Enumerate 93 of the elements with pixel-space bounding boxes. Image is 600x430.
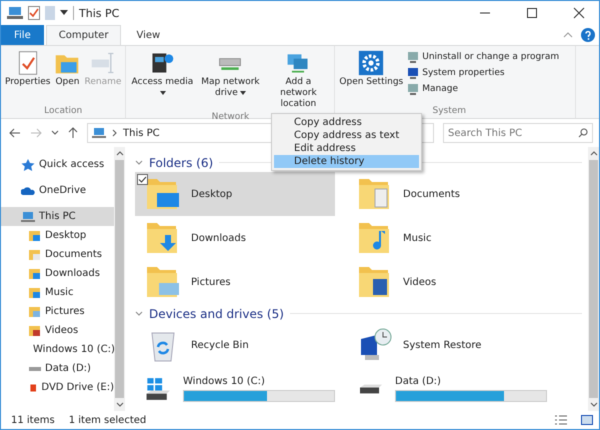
device-tile[interactable]: Recycle Bin (135, 323, 335, 367)
back-icon[interactable] (9, 128, 21, 138)
dropdown-icon (240, 90, 246, 95)
group-label: System (432, 106, 468, 118)
folder-tile[interactable]: Music (347, 216, 547, 260)
computer-icon (407, 83, 420, 95)
nav-item[interactable]: Music (1, 283, 114, 302)
nav-item[interactable]: Data (D:) (1, 359, 114, 378)
nav-item[interactable]: DVD Drive (E:) (1, 378, 114, 397)
scroll-down-icon[interactable] (590, 402, 598, 407)
up-icon[interactable] (68, 127, 78, 139)
folder-tile[interactable]: Downloads (135, 216, 335, 260)
nav-item[interactable]: Pictures (1, 302, 114, 321)
checkbox[interactable] (137, 174, 148, 185)
properties-icon[interactable] (28, 6, 40, 20)
nav-item[interactable]: This PC (1, 207, 114, 226)
scroll-up-icon[interactable] (116, 151, 124, 156)
folder-tile[interactable]: Videos (347, 260, 547, 304)
folder-name: Music (403, 232, 432, 244)
large-icons-view-icon[interactable] (581, 415, 593, 425)
nav-item[interactable]: Documents (1, 245, 114, 264)
folder-name: Downloads (191, 232, 246, 244)
star-icon (21, 158, 35, 170)
window-title: This PC (79, 6, 120, 20)
menu-item[interactable]: Edit address (274, 142, 420, 155)
folder-name: Pictures (191, 276, 231, 288)
ribbon-button[interactable]: Open (52, 48, 82, 106)
ribbon-small-button[interactable]: Manage (405, 82, 562, 96)
computer-icon (92, 127, 106, 139)
folder-name: Videos (403, 276, 436, 288)
drive-icon (360, 383, 382, 395)
device-name: Windows 10 (C:) (183, 376, 266, 387)
computer-icon (21, 210, 35, 222)
menu-item[interactable]: Copy address as text (274, 129, 420, 142)
scrollbar-thumb[interactable] (589, 160, 598, 398)
menu-item[interactable]: Delete history (274, 155, 420, 168)
office-icon (29, 382, 38, 394)
ribbon-button[interactable]: Properties (3, 48, 52, 106)
folder-name: Desktop (191, 188, 232, 200)
device-tile[interactable]: Windows 10 (C:) (135, 367, 335, 411)
device-name: System Restore (403, 340, 482, 350)
nav-item[interactable]: Quick access (1, 155, 114, 174)
scrollbar-thumb[interactable] (115, 160, 124, 398)
dropdown-icon[interactable] (60, 10, 68, 16)
group-label: Location (43, 106, 84, 118)
program-icon (407, 51, 420, 63)
drive-icon (29, 366, 41, 370)
chevron-down-icon[interactable] (135, 160, 143, 166)
search-icon (578, 128, 588, 138)
nav-item[interactable]: Videos (1, 321, 114, 340)
section-heading: Devices and drives (5) (149, 306, 284, 320)
collapse-icon[interactable] (563, 31, 573, 39)
selection-count: 1 item selected (68, 414, 146, 426)
ribbon-tab[interactable]: File (1, 25, 44, 45)
nav-item[interactable]: Desktop (1, 226, 114, 245)
cloud-icon (21, 184, 35, 196)
section-heading: Folders (6) (149, 156, 214, 170)
chevron-down-icon[interactable] (51, 130, 59, 136)
dropdown-icon (160, 90, 166, 95)
device-name: Recycle Bin (191, 340, 249, 350)
folder-tile[interactable]: Documents (347, 172, 547, 216)
device-tile[interactable]: System Restore (347, 323, 547, 367)
nav-item[interactable]: Windows 10 (C:) (1, 340, 114, 359)
folder-name: Documents (403, 188, 460, 200)
settings-icon (358, 50, 384, 76)
ribbon-button[interactable]: Map network drive (196, 48, 264, 112)
ribbon-button[interactable]: Add a network location (264, 48, 332, 112)
chevron-right-icon (112, 129, 117, 137)
ribbon-tab[interactable]: View (123, 25, 174, 45)
search-field[interactable]: Search This PC (443, 123, 593, 143)
folder-tile[interactable]: Desktop (135, 172, 335, 216)
chevron-down-icon[interactable] (135, 310, 143, 316)
ribbon-button[interactable]: Open Settings (337, 48, 406, 106)
scroll-up-icon[interactable] (590, 151, 598, 156)
rename-icon (90, 50, 116, 76)
nav-item[interactable]: Downloads (1, 264, 114, 283)
device-name: Data (D:) (395, 376, 442, 387)
scroll-down-icon[interactable] (116, 402, 124, 407)
help-icon[interactable] (581, 28, 595, 42)
ribbon-button[interactable]: Access media (128, 48, 196, 112)
ribbon-small-button[interactable]: System properties (405, 66, 562, 80)
folder-tile[interactable]: Pictures (135, 260, 335, 304)
monitor-icon (407, 67, 420, 79)
item-count: 11 items (11, 414, 55, 426)
details-view-icon[interactable] (555, 415, 567, 425)
maximize-icon[interactable] (526, 7, 538, 19)
computer-icon[interactable] (7, 6, 23, 20)
close-icon[interactable] (573, 7, 585, 19)
ribbon-small-button[interactable]: Uninstall or change a program (405, 50, 562, 64)
nav-item[interactable]: OneDrive (1, 181, 114, 200)
device-tile[interactable]: Data (D:) (347, 367, 547, 411)
ribbon-tab[interactable]: Computer (46, 25, 122, 45)
address-path: This PC (123, 128, 160, 138)
